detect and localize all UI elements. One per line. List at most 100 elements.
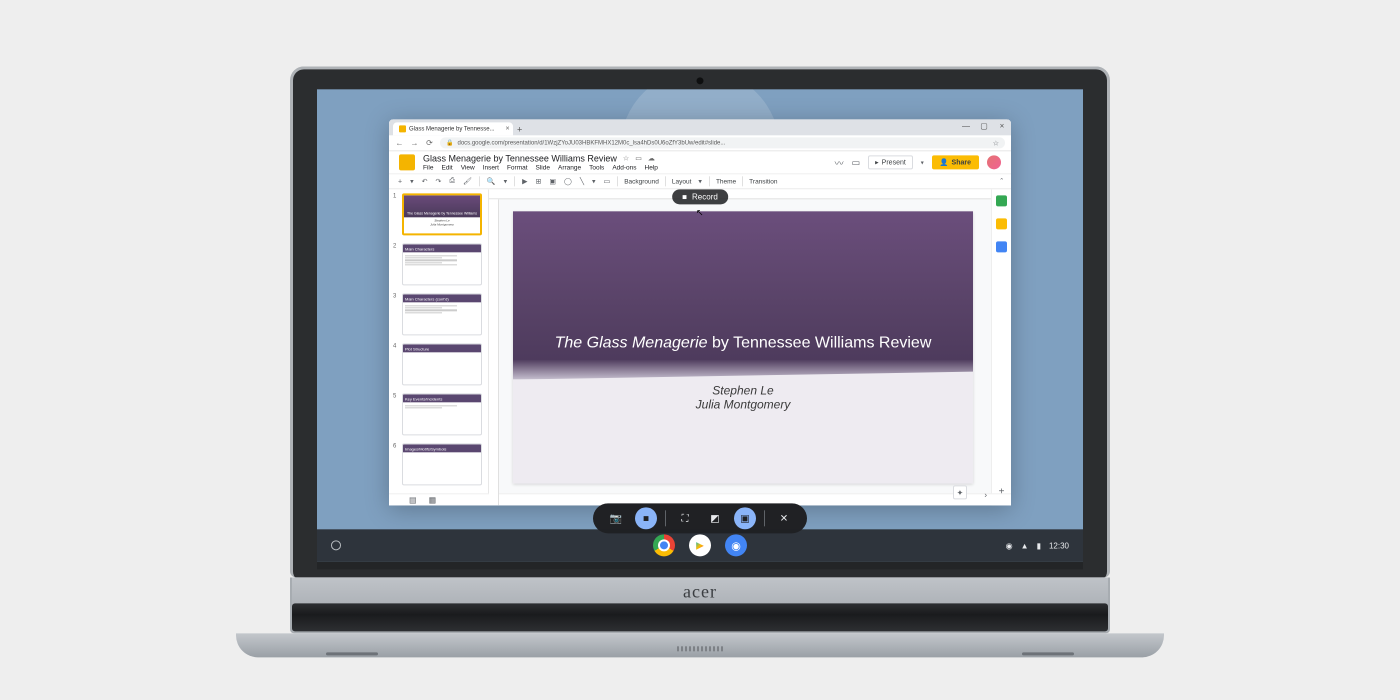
window-maximize-icon[interactable]: ▢	[979, 121, 989, 130]
record-tooltip: ■ Record	[672, 189, 728, 204]
share-person-icon: 👤	[940, 158, 949, 166]
menu-slide[interactable]: Slide	[536, 164, 550, 171]
move-icon[interactable]: ▭	[635, 154, 642, 162]
slide-thumbnail-4[interactable]: Plot Structure	[402, 343, 482, 385]
chevron-down-icon[interactable]: ▾	[503, 177, 509, 185]
close-tab-icon[interactable]: ×	[506, 125, 510, 132]
undo-button[interactable]: ↶	[421, 177, 429, 185]
share-button[interactable]: 👤 Share	[932, 155, 979, 169]
capture-partial-button[interactable]: ◩	[704, 507, 726, 529]
present-dropdown-icon[interactable]: ▾	[921, 159, 924, 166]
cursor-icon: ↖	[696, 207, 704, 218]
shelf-clock[interactable]: 12:30	[1049, 541, 1069, 550]
star-icon[interactable]: ☆	[623, 154, 629, 162]
thumb-number: 1	[393, 193, 399, 235]
explore-button[interactable]: ✦	[953, 485, 967, 499]
print-button[interactable]: ⎙	[448, 177, 456, 185]
redo-button[interactable]: ↷	[434, 177, 442, 185]
next-slide-icon[interactable]: ›	[984, 490, 987, 499]
menu-insert[interactable]: Insert	[483, 164, 499, 171]
transition-button[interactable]: Transition	[749, 178, 777, 185]
filmstrip-view-icon[interactable]: ▤	[409, 495, 417, 504]
comments-icon[interactable]: ▭	[852, 157, 861, 168]
chrome-app-icon[interactable]	[653, 534, 675, 556]
slide-thumbnail-1[interactable]: The Glass Menagerie by Tennessee William…	[402, 193, 482, 235]
present-play-icon: ▸	[875, 158, 879, 166]
laptop-brand-logo: acer	[683, 581, 717, 602]
theme-button[interactable]: Theme	[716, 178, 736, 185]
calendar-addon-icon[interactable]	[996, 195, 1007, 206]
menu-file[interactable]: File	[423, 164, 433, 171]
chevron-down-icon[interactable]: ▾	[697, 177, 703, 185]
files-app-icon[interactable]: ◉	[725, 534, 747, 556]
document-title[interactable]: Glass Menagerie by Tennessee Williams Re…	[423, 153, 617, 163]
menu-tools[interactable]: Tools	[589, 164, 604, 171]
lock-icon: 🔒	[446, 139, 453, 146]
chrome-window: Glass Menagerie by Tennesse... × + — ▢ ×…	[389, 119, 1011, 505]
cloud-saved-icon: ☁	[648, 154, 655, 162]
menu-help[interactable]: Help	[645, 164, 658, 171]
shape-tool[interactable]: ◯	[563, 177, 573, 185]
video-icon: ■	[682, 192, 687, 201]
url-text: docs.google.com/presentation/d/1WzjZYoJU…	[457, 140, 725, 146]
workspace: 1 The Glass Menagerie by Tennessee Willi…	[389, 189, 1011, 505]
battery-icon[interactable]: ▮	[1037, 541, 1041, 550]
present-button[interactable]: ▸ Present	[868, 155, 913, 169]
menu-addons[interactable]: Add-ons	[612, 164, 636, 171]
keep-addon-icon[interactable]	[996, 218, 1007, 229]
url-input[interactable]: 🔒 docs.google.com/presentation/d/1WzjZYo…	[440, 137, 1005, 148]
slide-canvas[interactable]: The Glass Menagerie by Tennessee William…	[513, 211, 973, 483]
new-slide-button[interactable]: +	[397, 178, 403, 185]
menu-format[interactable]: Format	[507, 164, 528, 171]
slide-thumbnail-6[interactable]: Images/Motifs/Symbols	[402, 443, 482, 485]
slide-title: The Glass Menagerie by Tennessee William…	[555, 332, 932, 354]
wifi-icon[interactable]: ▲	[1021, 541, 1029, 550]
user-avatar[interactable]	[987, 155, 1001, 169]
slides-logo-icon[interactable]	[399, 154, 415, 170]
laptop-base	[236, 633, 1164, 657]
background-button[interactable]: Background	[624, 178, 659, 185]
paint-format-button[interactable]: 🖌	[462, 177, 473, 185]
launcher-icon[interactable]	[331, 540, 341, 550]
chromeos-shelf: ◉ ◉ ▲ ▮ 12:30	[317, 529, 1083, 561]
menu-arrange[interactable]: Arrange	[558, 164, 581, 171]
capture-window-button[interactable]: ▣	[734, 507, 756, 529]
collapse-toolbar-icon[interactable]: ˆ	[1000, 177, 1003, 186]
slide-thumbnail-2[interactable]: Main Characters	[402, 243, 482, 285]
new-tab-button[interactable]: +	[513, 122, 527, 135]
menu-view[interactable]: View	[461, 164, 475, 171]
menu-edit[interactable]: Edit	[441, 164, 452, 171]
vertical-ruler	[489, 199, 499, 505]
screenshot-mode-button[interactable]: 📷	[605, 507, 627, 529]
forward-icon[interactable]: →	[410, 138, 419, 147]
close-capture-button[interactable]: ✕	[773, 507, 795, 529]
window-close-icon[interactable]: ×	[997, 121, 1007, 130]
layout-button[interactable]: Layout	[672, 178, 692, 185]
slide-thumbnail-3[interactable]: Main Characters (cont'd)	[402, 293, 482, 335]
chevron-down-icon[interactable]: ▾	[591, 177, 597, 185]
window-minimize-icon[interactable]: —	[961, 121, 971, 130]
laptop-hinge	[292, 603, 1108, 631]
browser-tab[interactable]: Glass Menagerie by Tennesse... ×	[393, 122, 513, 135]
capture-fullscreen-button[interactable]: ⛶	[674, 507, 696, 529]
textbox-tool[interactable]: ⊞	[534, 177, 542, 185]
line-tool[interactable]: ╲	[579, 177, 585, 185]
activity-icon[interactable]: 〰	[835, 156, 844, 169]
grid-view-icon[interactable]: ▦	[429, 495, 437, 504]
zoom-button[interactable]: 🔍	[486, 177, 497, 185]
slide-thumbnail-5[interactable]: Key Events/Incidents	[402, 393, 482, 435]
tasks-addon-icon[interactable]	[996, 241, 1007, 252]
back-icon[interactable]: ←	[395, 138, 404, 147]
bookmark-star-icon[interactable]: ☆	[993, 139, 999, 147]
side-panel: +	[991, 189, 1011, 505]
select-tool[interactable]: ▶	[521, 177, 528, 185]
chevron-down-icon[interactable]: ▾	[409, 177, 415, 185]
screen-record-mode-button[interactable]: ■	[635, 507, 657, 529]
toolbar: + ▾ ↶ ↷ ⎙ 🖌 🔍 ▾ ▶ ⊞ ▣ ◯ ╲ ▾ ▭	[389, 173, 1011, 189]
image-tool[interactable]: ▣	[548, 177, 557, 185]
address-bar: ← → ⟳ 🔒 docs.google.com/presentation/d/1…	[389, 135, 1011, 151]
comment-tool[interactable]: ▭	[603, 177, 612, 185]
reload-icon[interactable]: ⟳	[425, 138, 434, 147]
play-store-icon[interactable]	[689, 534, 711, 556]
notification-icon[interactable]: ◉	[1006, 541, 1013, 550]
